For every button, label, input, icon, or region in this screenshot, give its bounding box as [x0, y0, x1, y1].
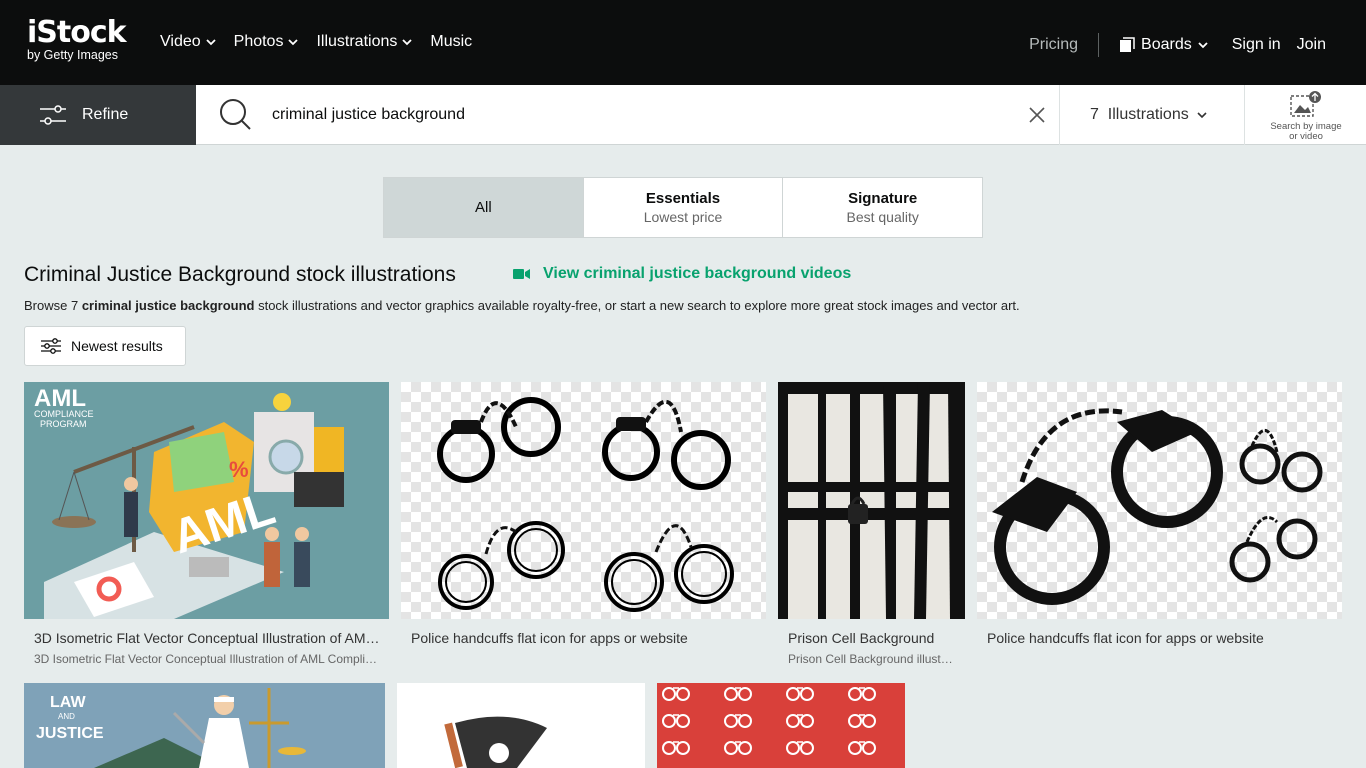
result-thumbnail[interactable] [778, 382, 965, 619]
search-input[interactable] [272, 99, 1002, 131]
nav-video-label: Video [160, 33, 201, 50]
browse-query: criminal justice background [81, 298, 255, 313]
result-title: Police handcuffs flat icon for apps or w… [411, 630, 688, 646]
chevron-down-icon [402, 39, 413, 46]
image-text-percent: % [229, 457, 249, 482]
sort-button[interactable]: Newest results [24, 326, 186, 366]
logo-word: iStock [27, 15, 127, 50]
result-thumbnail[interactable]: AML COMPLIANCE PROGRAM AML % [24, 382, 389, 619]
nav-photos-label: Photos [233, 33, 284, 50]
nav-music[interactable]: Music [430, 33, 472, 51]
nav-music-label: Music [430, 33, 473, 50]
result-thumbnail[interactable] [657, 683, 905, 768]
pricing-link[interactable]: Pricing [1029, 36, 1078, 54]
top-nav: iStock by Getty Images Video Photos Illu… [0, 0, 1366, 85]
image-text-law: LAW [50, 694, 86, 711]
tab-all[interactable]: All [384, 178, 584, 237]
refine-label: Refine [82, 106, 129, 123]
account-nav: Pricing Boards Sign in Join [1029, 33, 1326, 57]
filter-sliders-icon [41, 338, 61, 354]
sort-label: Newest results [71, 338, 163, 354]
image-text-justice: JUSTICE [36, 725, 104, 742]
result-card[interactable]: Prison Cell Background Prison Cell Backg… [778, 382, 965, 672]
browse-prefix: Browse 7 [24, 298, 82, 313]
nav-divider [1098, 33, 1100, 57]
nav-illustrations[interactable]: Illustrations [316, 33, 413, 51]
result-card[interactable]: LAW AND JUSTICE [24, 683, 385, 768]
chevron-down-icon [206, 39, 216, 46]
result-description: Prison Cell Background illustration [788, 652, 956, 666]
aml-illustration: AML COMPLIANCE PROGRAM AML % [34, 385, 344, 619]
law-justice-illustration: LAW AND JUSTICE [36, 688, 306, 768]
chevron-down-icon [1198, 42, 1208, 49]
tab-all-label: All [475, 199, 492, 216]
handcuffs-pattern-illustration [657, 683, 905, 768]
search-by-image-line2: or video [1289, 131, 1323, 142]
video-camera-icon [513, 269, 530, 279]
result-title: Police handcuffs flat icon for apps or w… [987, 630, 1264, 646]
view-videos-label: View criminal justice background videos [543, 265, 852, 282]
browse-suffix: stock illustrations and vector graphics … [254, 298, 1020, 313]
prison-bars-illustration [778, 382, 965, 619]
boards-icon [1120, 37, 1135, 52]
result-thumbnail[interactable] [401, 382, 766, 619]
search-bar: Refine 7 Illustrations Search by image o… [0, 85, 1366, 145]
result-card[interactable] [397, 683, 645, 768]
search-by-image-button[interactable]: Search by image or video [1246, 85, 1366, 145]
result-title: Prison Cell Background [788, 630, 935, 646]
image-text-aml: AML [34, 385, 86, 412]
nav-illustrations-label: Illustrations [316, 33, 398, 50]
image-upload-icon [1290, 91, 1321, 117]
results-description: Browse 7 criminal justice background sto… [24, 298, 1020, 313]
nav-photos[interactable]: Photos [234, 33, 299, 51]
image-text-compliance: COMPLIANCE [34, 409, 94, 419]
refine-button[interactable]: Refine [0, 85, 196, 145]
boards-menu[interactable]: Boards [1119, 36, 1208, 54]
join-link[interactable]: Join [1297, 36, 1326, 54]
result-thumbnail[interactable]: LAW AND JUSTICE [24, 683, 385, 768]
result-title: 3D Isometric Flat Vector Conceptual Illu… [34, 630, 384, 646]
nav-video[interactable]: Video [160, 33, 216, 51]
tab-signature-label: Signature [848, 190, 918, 207]
result-thumbnail[interactable] [397, 683, 645, 768]
handcuffs-large-illustration [992, 408, 1323, 605]
chevron-down-icon [288, 39, 299, 46]
tab-essentials-label: Essentials [645, 190, 721, 207]
sign-in-link[interactable]: Sign in [1232, 36, 1281, 54]
pirate-flag-illustration [444, 716, 547, 768]
tab-signature-subtitle: Best quality [846, 209, 919, 225]
tab-signature[interactable]: Signature Best quality [783, 178, 982, 237]
license-tabs: All Essentials Lowest price Signature Be… [383, 177, 983, 238]
filter-sliders-icon [40, 105, 66, 125]
result-thumbnail[interactable] [977, 382, 1342, 619]
page-title: Criminal Justice Background stock illust… [24, 263, 456, 286]
result-card[interactable] [657, 683, 905, 768]
result-card[interactable]: Police handcuffs flat icon for apps or w… [401, 382, 766, 672]
image-text-program: PROGRAM [40, 419, 87, 429]
tab-essentials[interactable]: Essentials Lowest price [584, 178, 784, 237]
tab-essentials-subtitle: Lowest price [643, 209, 723, 225]
view-videos-link[interactable]: View criminal justice background videos [513, 265, 851, 283]
media-type-label: 7 Illustrations [1090, 106, 1189, 123]
logo-tagline: by Getty Images [27, 48, 119, 62]
result-description: 3D Isometric Flat Vector Conceptual Illu… [34, 652, 379, 666]
handcuffs-icons-illustration [437, 397, 734, 612]
image-text-and: AND [58, 712, 75, 721]
media-type-select[interactable]: 7 Illustrations [1059, 85, 1245, 145]
search-icon [220, 99, 251, 130]
chevron-down-icon [1197, 112, 1207, 119]
main-nav: Video Photos Illustrations Music [160, 33, 472, 51]
istock-logo[interactable]: iStock by Getty Images [27, 16, 139, 68]
result-card[interactable]: Police handcuffs flat icon for apps or w… [977, 382, 1342, 672]
boards-label: Boards [1141, 36, 1192, 53]
close-icon[interactable] [1027, 105, 1047, 125]
result-card[interactable]: AML COMPLIANCE PROGRAM AML % 3D Isometri [24, 382, 389, 672]
